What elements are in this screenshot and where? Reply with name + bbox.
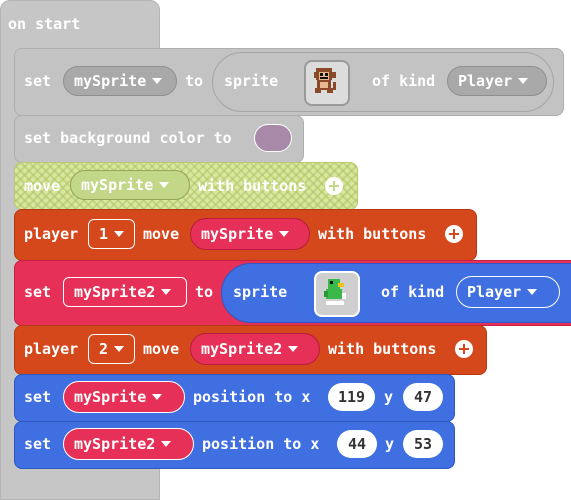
plus-icon[interactable]	[325, 177, 343, 195]
chevron-down-icon	[114, 231, 125, 237]
duck-sprite-icon	[324, 279, 346, 305]
x-value-input[interactable]: 119	[328, 383, 375, 411]
sprite-keyword: sprite	[233, 283, 288, 301]
of-kind-keyword: of kind	[381, 283, 445, 301]
y-keyword: y	[385, 435, 395, 453]
chevron-down-icon	[152, 78, 163, 84]
x-value-input[interactable]: 44	[337, 430, 377, 458]
player-number: 1	[99, 225, 109, 243]
with-buttons-keyword: with buttons	[318, 225, 427, 243]
with-buttons-keyword: with buttons	[328, 340, 437, 358]
of-kind-keyword: of kind	[372, 72, 436, 90]
plus-icon[interactable]	[455, 340, 473, 358]
move-keyword: move	[24, 177, 61, 195]
variable-dropdown-mysprite[interactable]: mySprite	[63, 381, 185, 413]
player-keyword: player	[24, 225, 79, 243]
variable-name: mySprite	[201, 225, 274, 243]
set-keyword: set	[24, 435, 52, 453]
player-number-dropdown[interactable]: 1	[88, 219, 135, 249]
variable-name: mySprite2	[201, 340, 283, 358]
y-keyword: y	[384, 388, 394, 406]
color-picker-swatch[interactable]	[254, 124, 292, 152]
variable-dropdown-mysprite[interactable]: mySprite	[70, 170, 190, 200]
variable-name: mySprite	[74, 388, 147, 406]
position-to-x-keyword: position to x	[193, 388, 311, 406]
variable-dropdown-mysprite[interactable]: mySprite	[63, 66, 177, 96]
player-keyword: player	[24, 340, 79, 358]
chevron-down-icon	[114, 346, 125, 352]
variable-dropdown-mysprite2[interactable]: mySprite2	[63, 277, 187, 307]
kind-dropdown-player[interactable]: Player	[456, 276, 560, 308]
variable-name: mySprite2	[74, 283, 156, 301]
kind-name: Player	[458, 72, 513, 90]
chevron-down-icon	[152, 394, 163, 400]
set-keyword: set	[24, 283, 52, 301]
sprite-keyword: sprite	[224, 72, 279, 90]
variable-name: mySprite	[81, 176, 154, 194]
chevron-down-icon	[288, 346, 299, 352]
set-keyword: set	[24, 388, 52, 406]
chevron-down-icon	[279, 231, 290, 237]
position-to-x-keyword: position to x	[202, 435, 320, 453]
move-keyword: move	[143, 340, 180, 358]
monkey-sprite-icon	[314, 68, 336, 93]
to-keyword: to	[185, 72, 204, 90]
y-value-input[interactable]: 53	[403, 430, 443, 458]
with-buttons-keyword: with buttons	[198, 177, 307, 195]
chevron-down-icon	[161, 441, 172, 447]
variable-dropdown-mysprite[interactable]: mySprite	[190, 218, 310, 250]
set-background-color-label: set background color to	[24, 129, 232, 147]
variable-dropdown-mysprite2[interactable]: mySprite2	[190, 333, 320, 365]
to-keyword: to	[195, 283, 214, 301]
plus-icon[interactable]	[445, 225, 463, 243]
variable-dropdown-mysprite2[interactable]: mySprite2	[63, 428, 194, 460]
set-keyword: set	[24, 72, 52, 90]
on-start-label: on start	[8, 15, 81, 33]
variable-name: mySprite2	[74, 435, 156, 453]
sprite-image-picker[interactable]	[304, 60, 350, 106]
kind-dropdown-player[interactable]: Player	[447, 66, 547, 96]
sprite-image-picker[interactable]	[314, 271, 360, 317]
player-number-dropdown[interactable]: 2	[88, 334, 135, 364]
chevron-down-icon	[527, 289, 538, 295]
chevron-down-icon	[159, 182, 170, 188]
variable-name: mySprite	[74, 72, 147, 90]
chevron-down-icon	[161, 289, 172, 295]
player-number: 2	[99, 340, 109, 358]
move-keyword: move	[143, 225, 180, 243]
y-value-input[interactable]: 47	[403, 383, 443, 411]
chevron-down-icon	[518, 78, 529, 84]
kind-name: Player	[467, 283, 522, 301]
